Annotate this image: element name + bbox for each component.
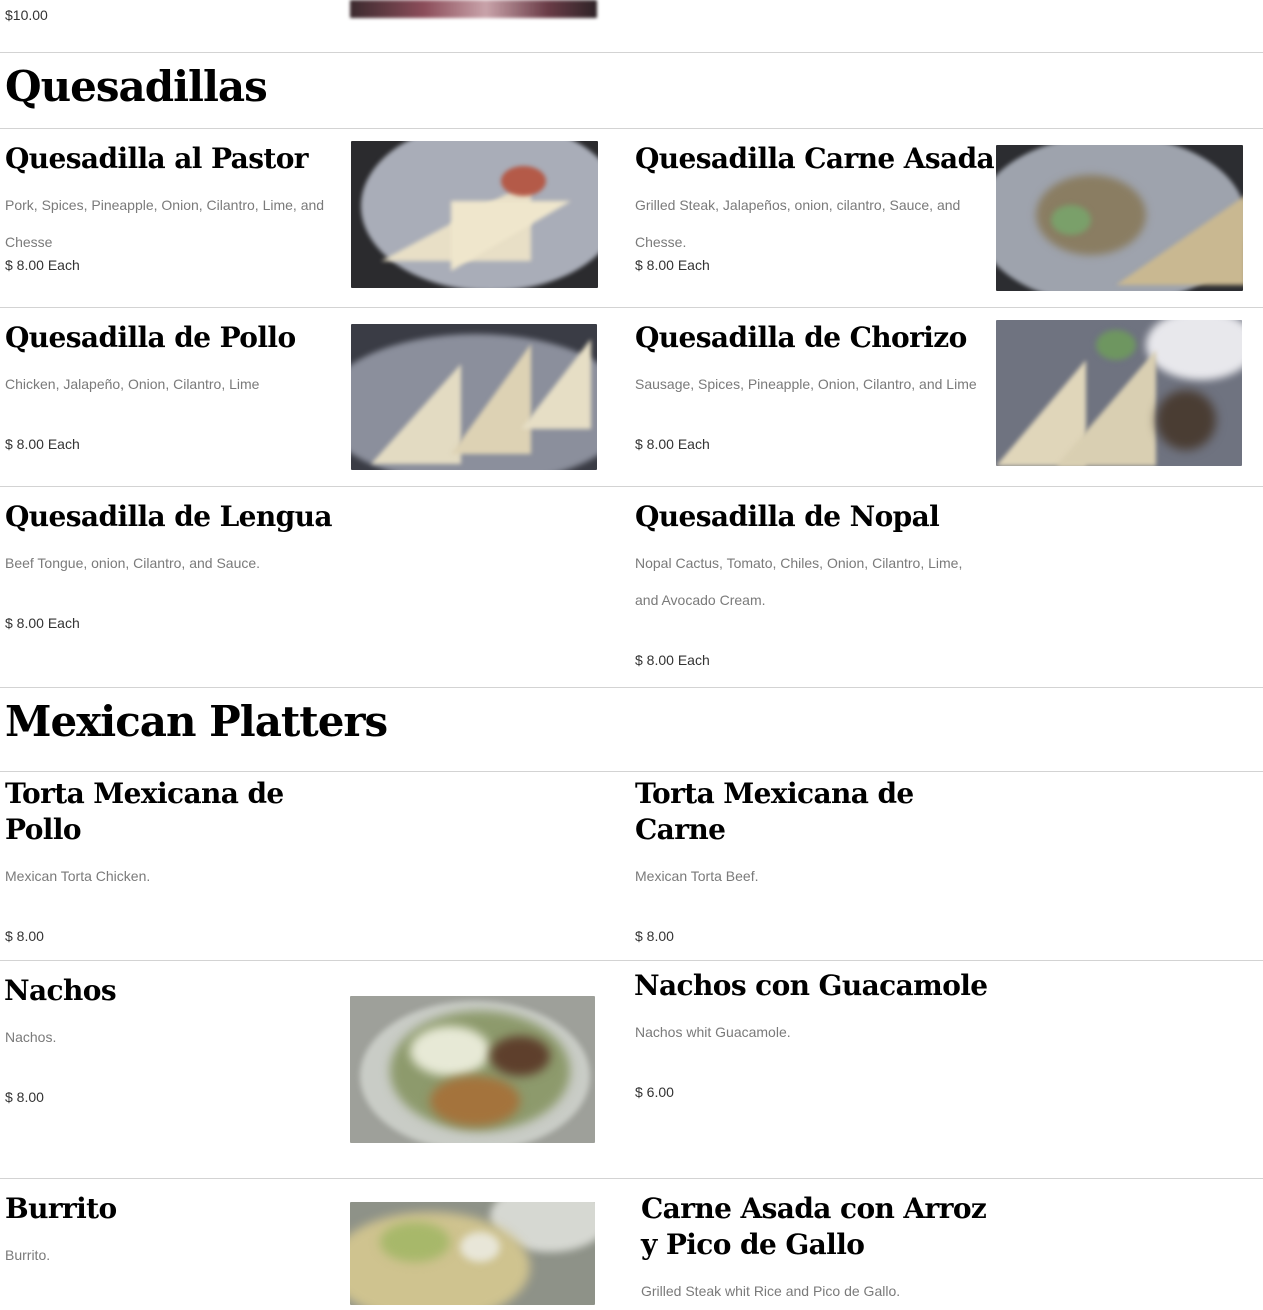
item-title: Quesadilla Carne Asada — [635, 142, 995, 175]
item-title: Torta Mexicana de Carne — [635, 777, 914, 846]
divider — [0, 128, 1263, 129]
divider — [0, 771, 1263, 772]
item-price: $ 8.00 — [5, 928, 44, 944]
quesadilla-plate-photo — [996, 145, 1243, 291]
item-description: Burrito. — [5, 1247, 51, 1263]
burrito-photo — [350, 1202, 595, 1305]
item-price: $ 8.00 Each — [635, 436, 710, 452]
item-title: Burrito — [5, 1192, 117, 1225]
item-description: Mexican Torta Chicken. — [5, 868, 151, 884]
item-description: Grilled Steak, Jalapeños, onion, cilantr… — [635, 197, 961, 250]
item-description: Pork, Spices, Pineapple, Onion, Cilantro… — [5, 197, 325, 250]
item-description: Nachos whit Guacamole. — [635, 1024, 791, 1040]
item-price: $ 6.00 — [635, 1084, 674, 1100]
item-title: Quesadilla de Chorizo — [635, 321, 967, 354]
divider — [0, 1178, 1263, 1179]
item-description: Sausage, Spices, Pineapple, Onion, Cilan… — [635, 376, 977, 392]
item-title: Quesadilla de Lengua — [5, 500, 333, 533]
item-title: Quesadilla de Pollo — [5, 321, 296, 354]
item-description: Mexican Torta Beef. — [635, 868, 759, 884]
item-description: Nachos. — [5, 1029, 57, 1045]
item-title: Carne Asada con Arroz y Pico de Gallo — [641, 1192, 987, 1261]
section-title-mexican-platters: Mexican Platters — [5, 697, 388, 746]
quesadilla-slices-photo — [351, 324, 597, 470]
item-price: $ 8.00 Each — [5, 615, 80, 631]
quesadilla-slices-photo — [996, 320, 1242, 466]
divider — [0, 960, 1263, 961]
item-title: Torta Mexicana de Pollo — [5, 777, 284, 846]
item-price: $ 8.00 Each — [5, 436, 80, 452]
divider — [0, 486, 1263, 487]
item-description: Nopal Cactus, Tomato, Chiles, Onion, Cil… — [635, 555, 963, 608]
item-price: $ 8.00 — [635, 928, 674, 944]
quesadilla-plate-photo — [351, 141, 598, 288]
item-description: Chicken, Jalapeño, Onion, Cilantro, Lime — [5, 376, 260, 392]
item-price: $ 8.00 — [5, 1089, 44, 1105]
divider — [0, 52, 1263, 53]
top-item-photo — [350, 0, 597, 18]
item-description: Grilled Steak whit Rice and Pico de Gall… — [641, 1283, 901, 1299]
item-title: Quesadilla al Pastor — [5, 142, 309, 175]
item-title: Nachos con Guacamole — [634, 969, 988, 1002]
item-title: Nachos — [4, 974, 117, 1007]
divider — [0, 307, 1263, 308]
nachos-photo — [350, 996, 595, 1143]
divider — [0, 687, 1263, 688]
item-price: $ 8.00 Each — [635, 652, 710, 668]
section-title-quesadillas: Quesadillas — [5, 62, 268, 111]
top-item-price: $10.00 — [5, 7, 48, 23]
item-price: $ 8.00 Each — [5, 257, 80, 273]
item-title: Quesadilla de Nopal — [635, 500, 940, 533]
item-description: Beef Tongue, onion, Cilantro, and Sauce. — [5, 555, 261, 571]
item-price: $ 8.00 Each — [635, 257, 710, 273]
